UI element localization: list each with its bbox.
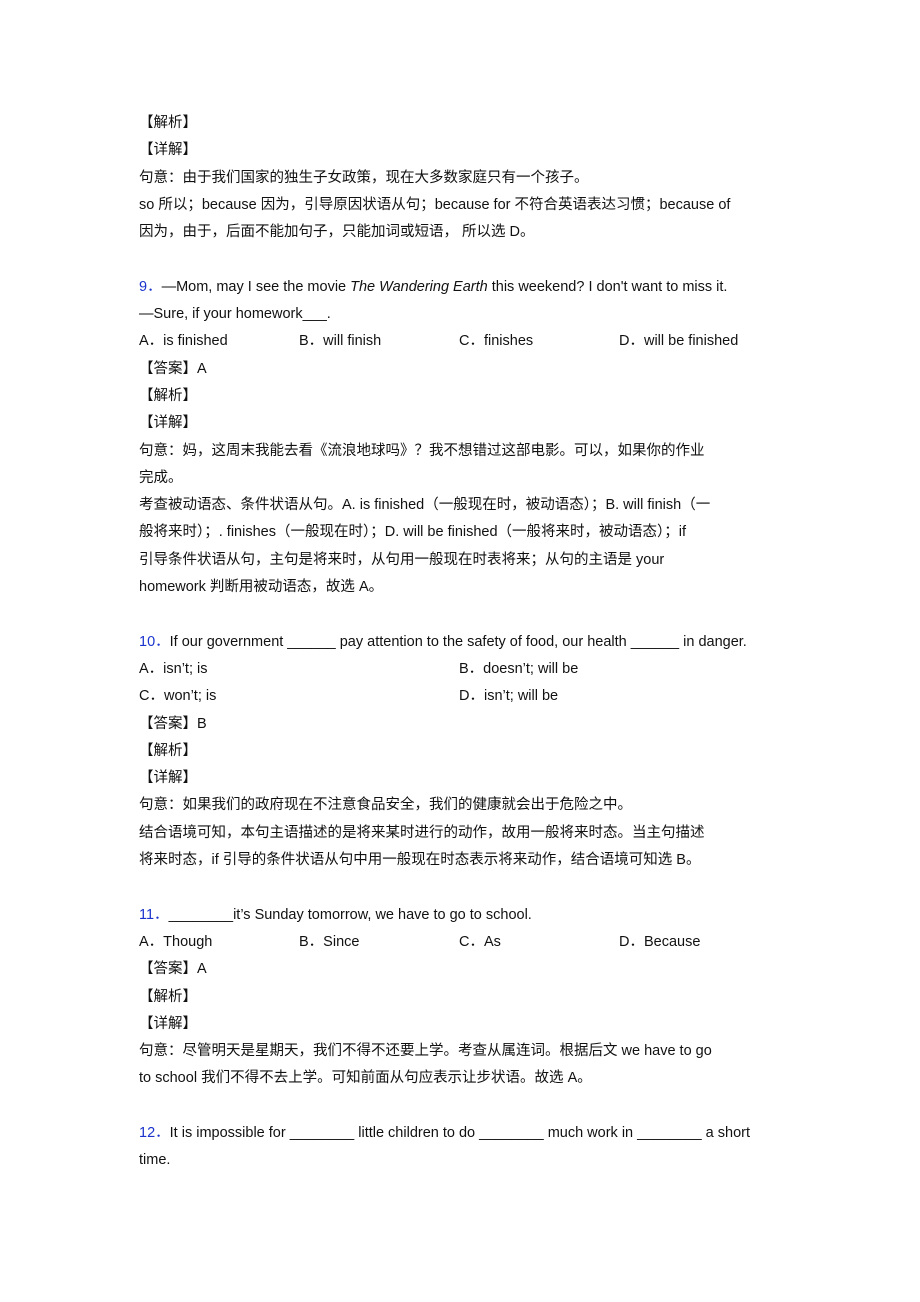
explanation-line: 因为，由于，后面不能加句子，只能加词或短语， 所以选 D。 [139,224,535,241]
option-b: B．doesn’t; will be [459,660,579,677]
sentence-meaning: 句意：由于我们国家的独生子女政策，现在大多数家庭只有一个孩子。 [139,169,589,186]
explanation-line: so 所以；because 因为，引导原因状语从句；because for 不符… [139,196,731,213]
detail-label: 【详解】 [139,415,197,432]
analysis-label: 【解析】 [139,988,197,1005]
stem-text: It is impossible for ________ little chi… [169,1124,751,1141]
detail-label: 【详解】 [139,1015,197,1032]
option-a: A．is finished [139,333,228,350]
option-d: D．will be finished [619,333,739,350]
question-number: 12． [139,1124,170,1141]
explanation-line: 句意：如果我们的政府现在不注意食品安全，我们的健康就会出于危险之中。 [139,797,632,814]
question-stem: 11．________it’s Sunday tomorrow, we have… [139,902,779,929]
option-c: C．finishes [459,333,534,350]
analysis-label: 【解析】 [139,742,197,759]
options-row: A．Though B．Since C．As D．Because [139,929,779,956]
option-a: A．Though [139,933,213,950]
explanation-line: 结合语境可知，本句主语描述的是将来某时进行的动作，故用一般将来时态。当主句描述 [139,824,705,841]
explanation-line: 考查被动语态、条件状语从句。A. is finished（一般现在时，被动语态）… [139,497,711,514]
options-row: A．isn’t; is B．doesn’t; will be [139,656,779,683]
detail-label: 【详解】 [139,770,197,787]
options-row: C．won’t; is D．isn’t; will be [139,683,779,710]
analysis-label: 【解析】 [139,387,197,404]
answer-label: 【答案】A [139,961,207,978]
option-b: B．Since [299,933,360,950]
answer-label: 【答案】A [139,360,207,377]
option-a: A．isn’t; is [139,660,208,677]
question-stem-line2: —Sure, if your homework___. [139,306,331,323]
question-10: 10．If our government ______ pay attentio… [139,629,779,875]
question-11: 11．________it’s Sunday tomorrow, we have… [139,902,779,1093]
document-page: 【解析】 【详解】 句意：由于我们国家的独生子女政策，现在大多数家庭只有一个孩子… [139,110,779,1175]
stem-text: —Mom, may I see the movie [161,278,351,295]
question-number: 9． [139,278,162,295]
movie-title: The Wandering Earth [350,278,488,295]
stem-text: If our government ______ pay attention t… [169,633,747,650]
explanation-line: to school 我们不得不去上学。可知前面从句应表示让步状语。故选 A。 [139,1070,592,1087]
question-stem: 12．It is impossible for ________ little … [139,1120,779,1147]
explanation-line: 完成。 [139,469,183,486]
answer-label: 【答案】B [139,715,207,732]
detail-label: 【详解】 [139,142,197,159]
question-9: 9．—Mom, may I see the movie The Wanderin… [139,274,779,602]
question-8-explanation: 【解析】 【详解】 句意：由于我们国家的独生子女政策，现在大多数家庭只有一个孩子… [139,110,779,246]
question-number: 10． [139,633,170,650]
explanation-line: 般将来时）；. finishes（一般现在时）；D. will be finis… [139,524,687,541]
option-d: D．isn’t; will be [459,688,559,705]
explanation-line: 引导条件状语从句，主句是将来时，从句用一般现在时表将来；从句的主语是 your [139,551,665,568]
question-stem: 9．—Mom, may I see the movie The Wanderin… [139,274,779,301]
stem-text: this weekend? I don't want to miss it. [487,278,728,295]
question-12: 12．It is impossible for ________ little … [139,1120,779,1175]
explanation-line: 将来时态，if 引导的条件状语从句中用一般现在时态表示将来动作，结合语境可知选 … [139,852,701,869]
question-stem: 10．If our government ______ pay attentio… [139,629,779,656]
explanation-line: 句意：尽管明天是星期天，我们不得不还要上学。考查从属连词。根据后文 we hav… [139,1043,712,1060]
stem-text: ________it’s Sunday tomorrow, we have to… [168,906,532,923]
question-number: 11． [139,906,169,923]
option-d: D．Because [619,933,701,950]
explanation-line: homework 判断用被动语态，故选 A。 [139,579,384,596]
option-b: B．will finish [299,333,382,350]
option-c: C．As [459,933,501,950]
explanation-line: 句意：妈，这周末我能去看《流浪地球吗》？我不想错过这部电影。可以，如果你的作业 [139,442,705,459]
analysis-label: 【解析】 [139,115,197,131]
question-stem-line2: time. [139,1152,171,1169]
option-c: C．won’t; is [139,688,217,705]
options-row: A．is finished B．will finish C．finishes D… [139,328,779,355]
